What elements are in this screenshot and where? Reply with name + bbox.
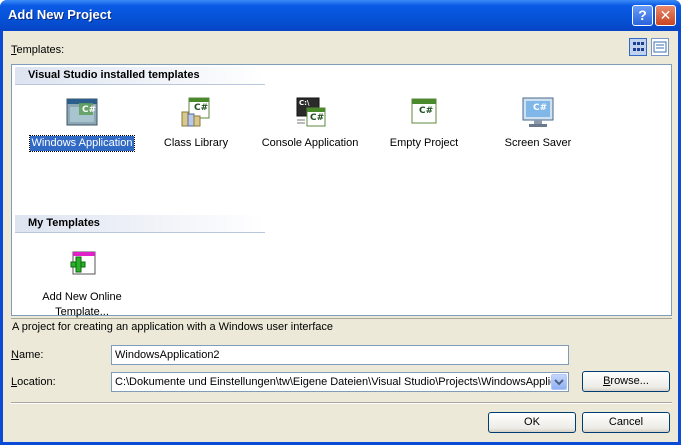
cancel-button[interactable]: Cancel <box>582 412 670 433</box>
chevron-down-icon <box>554 379 564 386</box>
name-input[interactable]: WindowsApplication2 <box>111 345 569 365</box>
console-application-icon: C:\ C# <box>293 96 327 130</box>
location-value: C:\Dokumente und Einstellungen\tw\Eigene… <box>115 376 556 388</box>
dialog-client-area: Templates: Visual Studio installed templ… <box>3 31 678 442</box>
window-title: Add New Project <box>8 7 112 22</box>
template-label: Screen Saver <box>504 137 572 149</box>
template-label: Windows Application <box>28 135 136 152</box>
browse-button[interactable]: Browse... <box>582 371 670 392</box>
template-label: Console Application <box>261 137 359 149</box>
ok-button[interactable]: OK <box>488 412 576 433</box>
name-label: Name: <box>11 349 44 361</box>
small-icons-view-button[interactable] <box>651 38 669 56</box>
large-icons-icon <box>633 42 644 51</box>
help-button[interactable]: ? <box>632 5 653 26</box>
template-screen-saver[interactable]: C# Screen Saver <box>483 96 593 151</box>
add-online-template-icon <box>65 250 99 284</box>
location-combobox[interactable]: C:\Dokumente und Einstellungen\tw\Eigene… <box>111 372 569 392</box>
template-class-library[interactable]: C# Class Library <box>141 96 251 151</box>
section-header-my-templates: My Templates <box>15 215 265 233</box>
template-windows-application[interactable]: C# Windows Application <box>27 96 137 152</box>
screen-saver-icon: C# <box>521 96 555 130</box>
class-library-icon: C# <box>179 96 213 130</box>
divider <box>11 402 672 404</box>
small-icons-icon <box>653 41 667 53</box>
template-console-application[interactable]: C:\ C# Console Application <box>255 96 365 151</box>
windows-application-icon: C# <box>65 96 99 130</box>
template-add-online[interactable]: Add New Online Template... <box>27 250 137 320</box>
help-icon: ? <box>638 7 647 23</box>
close-icon: ✕ <box>659 7 672 23</box>
dialog-window: Add New Project ? ✕ Templates: Visual St… <box>0 0 681 445</box>
templates-label: Templates: <box>11 44 65 56</box>
close-button[interactable]: ✕ <box>655 5 676 26</box>
template-description: A project for creating an application wi… <box>11 318 672 336</box>
template-label: Empty Project <box>389 137 459 149</box>
title-bar[interactable]: Add New Project ? ✕ <box>0 0 681 31</box>
templates-list[interactable]: Visual Studio installed templates C# Win… <box>11 64 672 318</box>
empty-project-icon: C# <box>407 96 441 130</box>
template-empty-project[interactable]: C# Empty Project <box>369 96 479 151</box>
large-icons-view-button[interactable] <box>629 38 647 56</box>
location-label: Location: <box>11 376 56 388</box>
section-header-installed: Visual Studio installed templates <box>15 67 265 85</box>
location-dropdown-button[interactable] <box>551 374 567 390</box>
template-label: Class Library <box>163 137 229 149</box>
template-label-line1: Add New Online <box>42 291 122 303</box>
